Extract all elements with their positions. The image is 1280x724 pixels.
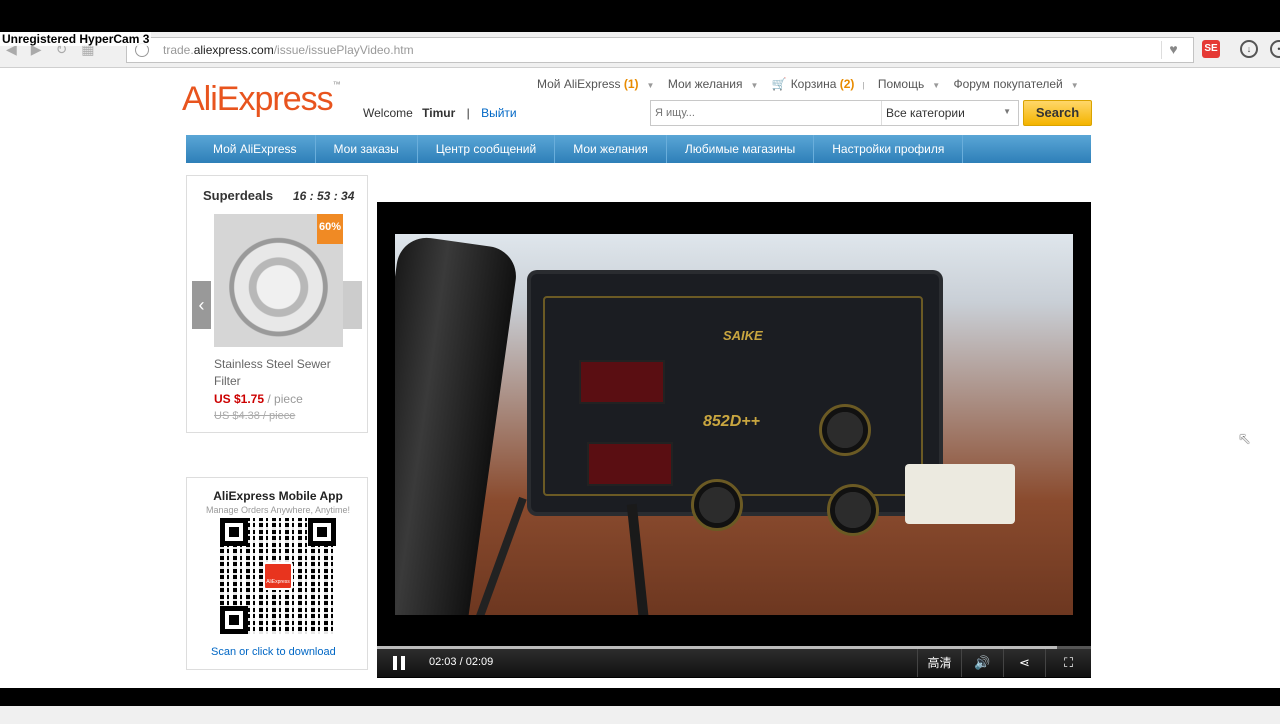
- superdeals-widget: Superdeals 16 : 53 : 34 60% ‹ Stainless …: [186, 175, 368, 433]
- carousel-next-button[interactable]: [343, 281, 362, 329]
- account-nav: Мой AliExpress Мои заказы Центр сообщени…: [186, 135, 1091, 163]
- nav-item-my-orders[interactable]: Мои заказы: [316, 135, 418, 163]
- mobile-app-title: AliExpress Mobile App: [213, 489, 343, 503]
- cart-icon: 🛒: [771, 77, 787, 91]
- fullscreen-icon[interactable]: ⛶: [1045, 649, 1091, 677]
- help-link[interactable]: Помощь: [878, 77, 924, 91]
- superdeals-countdown: 16 : 53 : 34: [293, 189, 355, 203]
- superdeals-title: Superdeals: [203, 188, 274, 203]
- aliexpress-app-icon: AliExpress: [263, 562, 293, 590]
- led-display: [587, 442, 673, 486]
- download-icon[interactable]: ↓: [1240, 40, 1258, 58]
- url-text: trade.aliexpress.com/issue/issuePlayVide…: [163, 43, 414, 57]
- category-select[interactable]: Все категории ▼: [881, 101, 1019, 125]
- volume-icon[interactable]: 🔊: [961, 649, 1003, 677]
- top-links: Мой AliExpress (1) ▼ Мои желания ▼ 🛒 Корзин…: [537, 77, 1089, 91]
- product-price: US $1.75 / piece: [214, 392, 303, 406]
- station-brand: SAIKE: [723, 328, 763, 343]
- nav-item-wishlist[interactable]: Мои желания: [555, 135, 667, 163]
- nav-item-message-center[interactable]: Центр сообщений: [418, 135, 556, 163]
- station-model: 852D++: [703, 413, 760, 430]
- nav-item-favorite-stores[interactable]: Любимые магазины: [667, 135, 815, 163]
- product-image[interactable]: 60%: [214, 214, 343, 347]
- mobile-app-subtitle: Manage Orders Anywhere, Anytime!: [205, 505, 351, 515]
- user-name: Timur: [422, 106, 456, 120]
- station-knob: [819, 404, 871, 456]
- share-icon[interactable]: ⋖: [1003, 649, 1045, 677]
- browser-toolbar: ◀▶↻▦ trade.aliexpress.com/issue/issuePla…: [0, 32, 1280, 68]
- divider: |: [862, 81, 865, 90]
- chevron-down-icon: ▼: [750, 81, 759, 90]
- nav-item-profile-settings[interactable]: Настройки профиля: [814, 135, 964, 163]
- my-aliexpress-link[interactable]: Мой AliExpress (1): [537, 77, 639, 91]
- heart-icon[interactable]: ♥: [1161, 41, 1185, 59]
- recorder-watermark: Unregistered HyperCam 3: [0, 32, 152, 46]
- download-app-link[interactable]: Scan or click to download: [211, 646, 336, 658]
- browser-window: ◀▶↻▦ trade.aliexpress.com/issue/issuePla…: [0, 32, 1280, 724]
- chevron-down-icon: ▼: [932, 81, 941, 90]
- chevron-down-icon: ▼: [1070, 81, 1079, 90]
- carousel-prev-button[interactable]: ‹: [192, 281, 211, 329]
- cable: [626, 503, 650, 615]
- chevron-down-icon: ▼: [646, 81, 655, 90]
- cleaning-sponge: [905, 464, 1015, 524]
- forum-link[interactable]: Форум покупателей: [953, 77, 1062, 91]
- video-player: SAIKE 852D++ 02:03 / 02:09 高清 🔊 ⋖ ⛶: [377, 202, 1091, 678]
- product-name-link[interactable]: Stainless Steel Sewer Filter: [214, 356, 344, 390]
- qr-corner: [220, 518, 248, 546]
- video-frame[interactable]: SAIKE 852D++: [395, 234, 1073, 615]
- time-display: 02:03 / 02:09: [429, 656, 494, 668]
- mouse-cursor-icon: ↖: [1238, 431, 1252, 448]
- aliexpress-page: AliExpress™ Welcome Timur | Выйти Мой Al…: [0, 68, 1280, 724]
- search-box: Все категории▼: [650, 100, 1019, 126]
- separator: |: [466, 106, 470, 120]
- player-controls: 02:03 / 02:09 高清 🔊 ⋖ ⛶: [377, 649, 1091, 677]
- qr-corner: [308, 518, 336, 546]
- qr-corner: [220, 606, 248, 634]
- chevron-down-icon: ▼: [1003, 107, 1011, 116]
- screen-top-bar: [0, 0, 1280, 32]
- search-button[interactable]: Search: [1023, 100, 1092, 126]
- hd-quality-button[interactable]: 高清: [917, 649, 961, 677]
- mobile-app-widget: AliExpress Mobile App Manage Orders Anyw…: [186, 477, 368, 670]
- product-old-price: US $4.38 / piece: [214, 410, 296, 422]
- aliexpress-logo[interactable]: AliExpress™: [182, 80, 341, 119]
- discount-badge: 60%: [317, 214, 343, 244]
- welcome-area: Welcome Timur | Выйти: [363, 106, 517, 120]
- station-knob: [827, 484, 879, 536]
- cart-link[interactable]: Корзина (2): [791, 77, 855, 91]
- wishlist-link[interactable]: Мои желания: [668, 77, 743, 91]
- menu-icon[interactable]: •: [1270, 40, 1280, 58]
- address-bar[interactable]: trade.aliexpress.com/issue/issuePlayVide…: [126, 37, 1194, 63]
- station-knob: [691, 479, 743, 531]
- pause-icon[interactable]: [393, 656, 405, 670]
- search-input[interactable]: [651, 101, 881, 125]
- extension-se-icon[interactable]: SE: [1202, 40, 1220, 58]
- led-display: [579, 360, 665, 404]
- soldering-station: SAIKE 852D++: [531, 274, 939, 536]
- nav-item-my-aliexpress[interactable]: Мой AliExpress: [186, 135, 316, 163]
- welcome-label: Welcome: [363, 106, 413, 120]
- page-footer-strip: [0, 706, 1280, 724]
- logout-link[interactable]: Выйти: [481, 106, 517, 120]
